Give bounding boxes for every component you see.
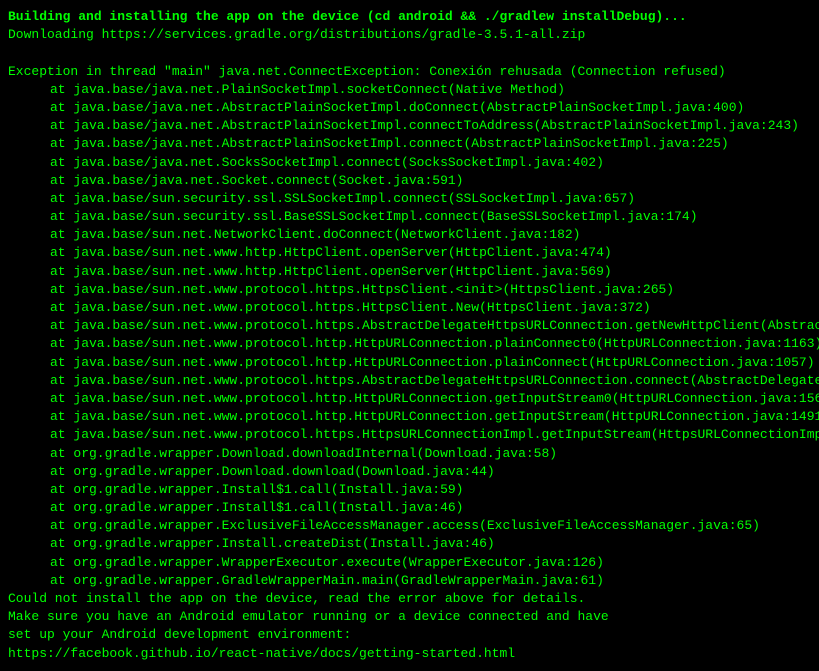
stack-frame: at java.base/sun.net.www.protocol.http.H… [8,408,811,426]
stack-frame: at java.base/java.net.SocksSocketImpl.co… [8,154,811,172]
stack-frame: at org.gradle.wrapper.ExclusiveFileAcces… [8,517,811,535]
stack-frame: at java.base/sun.net.www.protocol.http.H… [8,354,811,372]
stack-frame: at java.base/java.net.PlainSocketImpl.so… [8,81,811,99]
stack-frame: at java.base/java.net.AbstractPlainSocke… [8,99,811,117]
stack-frame: at org.gradle.wrapper.Install$1.call(Ins… [8,499,811,517]
error-footer-2: Make sure you have an Android emulator r… [8,608,811,626]
stack-frame: at java.base/sun.net.www.protocol.https.… [8,426,811,444]
stack-frame: at java.base/java.net.AbstractPlainSocke… [8,117,811,135]
stack-frame: at org.gradle.wrapper.Install.createDist… [8,535,811,553]
stack-frame: at java.base/sun.net.www.http.HttpClient… [8,244,811,262]
stack-frame: at java.base/java.net.AbstractPlainSocke… [8,135,811,153]
blank-line [8,44,811,62]
stack-frame: at java.base/sun.security.ssl.SSLSocketI… [8,190,811,208]
stack-frame: at org.gradle.wrapper.Install$1.call(Ins… [8,481,811,499]
stack-frame: at org.gradle.wrapper.Download.downloadI… [8,445,811,463]
error-footer-1: Could not install the app on the device,… [8,590,811,608]
stack-frame: at java.base/sun.net.www.protocol.https.… [8,372,811,390]
error-footer-3: set up your Android development environm… [8,626,811,644]
stack-frame: at java.base/sun.net.www.protocol.https.… [8,281,811,299]
stack-frame: at java.base/sun.net.www.protocol.https.… [8,317,811,335]
download-line: Downloading https://services.gradle.org/… [8,26,811,44]
stack-frame: at java.base/java.net.Socket.connect(Soc… [8,172,811,190]
exception-line: Exception in thread "main" java.net.Conn… [8,63,811,81]
error-footer-4: https://facebook.github.io/react-native/… [8,645,811,663]
stack-frame: at org.gradle.wrapper.WrapperExecutor.ex… [8,554,811,572]
stack-frame: at java.base/sun.net.www.protocol.http.H… [8,335,811,353]
stack-frame: at java.base/sun.net.www.protocol.http.H… [8,390,811,408]
stack-trace: at java.base/java.net.PlainSocketImpl.so… [8,81,811,590]
stack-frame: at java.base/sun.net.www.protocol.https.… [8,299,811,317]
stack-frame: at org.gradle.wrapper.GradleWrapperMain.… [8,572,811,590]
stack-frame: at java.base/sun.net.www.http.HttpClient… [8,263,811,281]
build-header: Building and installing the app on the d… [8,8,811,26]
stack-frame: at java.base/sun.security.ssl.BaseSSLSoc… [8,208,811,226]
terminal-output[interactable]: Building and installing the app on the d… [8,8,811,663]
stack-frame: at org.gradle.wrapper.Download.download(… [8,463,811,481]
stack-frame: at java.base/sun.net.NetworkClient.doCon… [8,226,811,244]
